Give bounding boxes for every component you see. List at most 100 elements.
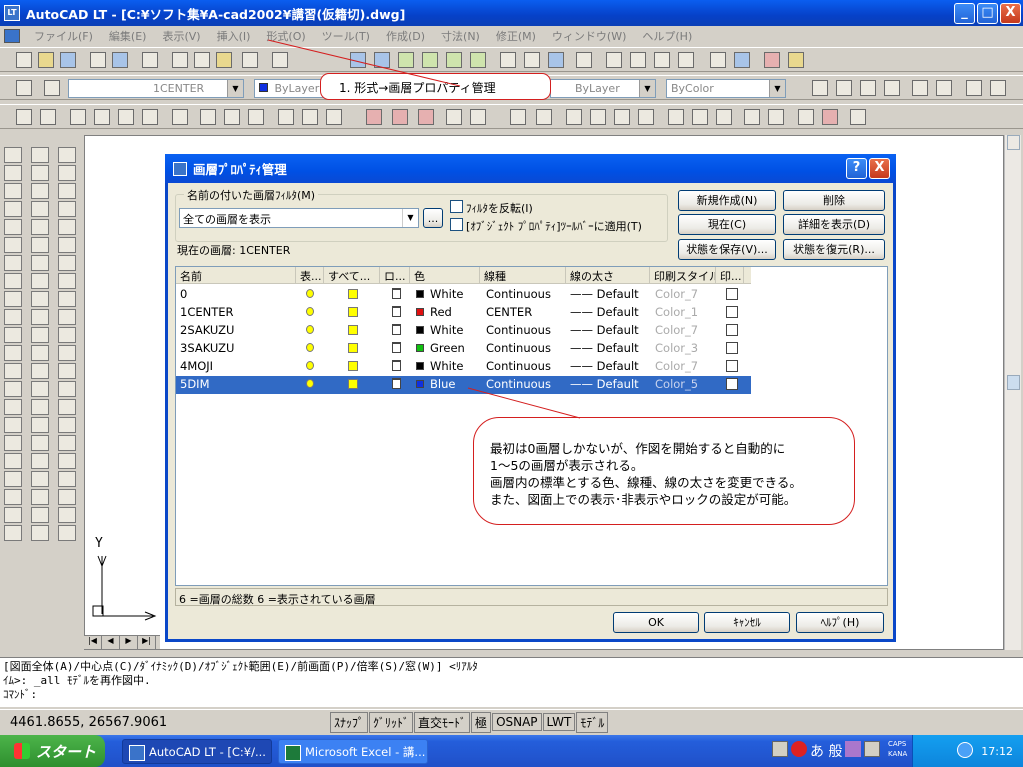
undo-icon[interactable] [272,52,288,68]
snap-perpendicular-icon[interactable] [744,109,760,125]
tool-arc-icon[interactable] [31,435,49,451]
sun-icon[interactable] [348,361,358,371]
ime-dict-icon[interactable] [845,741,862,757]
layout-prev-button[interactable]: ◀ [102,636,120,649]
tool-array-icon[interactable] [31,201,49,217]
printer-icon[interactable] [726,306,738,318]
osnap-toggle[interactable]: OSNAP [492,713,542,731]
snap-none-icon[interactable] [822,109,838,125]
layer-row[interactable]: 0 White Continuous —— Default Color_7 [176,286,751,304]
color-swatch[interactable] [416,362,424,370]
linetype-combo[interactable]: ByLayer ▼ [550,79,656,98]
layer-row[interactable]: 5DIM Blue Continuous —— Default Color_5 [176,376,751,394]
osnap-from-icon[interactable] [536,109,552,125]
tool-grid-icon[interactable] [4,399,22,415]
radius-dim-icon[interactable] [94,109,110,125]
tool-rect-icon[interactable] [31,417,49,433]
leader-icon[interactable] [248,109,264,125]
tool-text-icon[interactable] [4,525,22,541]
unlock-icon[interactable] [392,288,401,299]
filter-more-button[interactable]: ... [423,208,443,228]
dim-edit-icon[interactable] [326,109,342,125]
grid-toggle[interactable]: ｸﾞﾘｯﾄﾞ [369,711,414,733]
col-lock[interactable]: ロ... [380,267,410,284]
sun-icon[interactable] [348,307,358,317]
tool-extend-icon[interactable] [58,273,76,289]
printer-icon[interactable] [726,324,738,336]
layer-manager-icon[interactable] [16,80,32,96]
layer-linetype[interactable]: Continuous [486,341,551,355]
unlock-icon[interactable] [392,306,401,317]
snap-toggle[interactable]: ｽﾅｯﾌﾟ [330,711,369,733]
lightbulb-icon[interactable] [306,361,314,370]
tool-rotate-icon[interactable] [4,417,22,433]
web-icon-5[interactable] [470,52,486,68]
layout-next-button[interactable]: ▶ [120,636,138,649]
tool-brush-icon[interactable] [58,147,76,163]
unlock-icon[interactable] [392,342,401,353]
web-icon-2[interactable] [398,52,414,68]
tool-block-icon[interactable] [31,291,49,307]
zoom-icon-1[interactable] [812,80,828,96]
keyboard-icon[interactable] [772,741,788,757]
dim-style-icon[interactable] [366,109,382,125]
tool-triangle-icon[interactable] [31,381,49,397]
tool-zoom-icon[interactable] [4,435,22,451]
menu-window[interactable]: ウィンドウ(W) [544,28,634,44]
sun-icon[interactable] [348,289,358,299]
minimize-button[interactable]: _ [954,3,975,24]
zoom-out-icon[interactable] [936,80,952,96]
tool-explode-icon[interactable] [58,525,76,541]
diameter-dim-icon[interactable] [118,109,134,125]
col-plotstyle[interactable]: 印刷スタイル [650,267,716,284]
delete-layer-button[interactable]: 削除 [783,190,885,211]
col-plot[interactable]: 印... [716,267,744,284]
properties-icon[interactable] [350,52,366,68]
snap-nearest-icon[interactable] [798,109,814,125]
tool-move-icon[interactable] [58,201,76,217]
unlock-icon[interactable] [392,360,401,371]
xy-icon[interactable] [470,109,486,125]
dialog-help-button[interactable]: ? [846,158,867,179]
tool-region-icon[interactable] [31,309,49,325]
layer-lineweight[interactable]: —— Default [570,305,639,319]
tool-chamfer-icon[interactable] [58,309,76,325]
col-freeze[interactable]: すべて... [324,267,380,284]
ordinate-dim-icon[interactable] [70,109,86,125]
lightbulb-icon[interactable] [306,289,314,298]
addon-icon[interactable] [788,52,804,68]
col-on[interactable]: 表... [296,267,324,284]
web-icon-4[interactable] [446,52,462,68]
ucs-icon[interactable] [500,52,516,68]
layer-lineweight[interactable]: —— Default [570,377,639,391]
layer-row[interactable]: 2SAKUZU White Continuous —— Default Color_7 [176,322,751,340]
new-layer-button[interactable]: 新規作成(N) [678,190,776,211]
tool-insert-icon[interactable] [4,489,22,505]
tool-zoom-icon[interactable] [4,237,22,253]
tool-point-icon[interactable] [4,273,22,289]
tool-polyline-icon[interactable] [31,165,49,181]
cut-icon[interactable] [142,52,158,68]
tool-copy-icon[interactable] [31,255,49,271]
tool-stretch-icon[interactable] [4,453,22,469]
layer-linetype[interactable]: Continuous [486,323,551,337]
layer-filter-combo[interactable]: 全ての画層を表示 ▼ [179,208,419,228]
help-icon[interactable] [764,52,780,68]
menu-view[interactable]: 表示(V) [154,28,208,44]
new-icon[interactable] [16,52,32,68]
tool-trim-icon[interactable] [58,453,76,469]
printer-icon[interactable] [726,378,738,390]
zoom-all-icon[interactable] [966,80,982,96]
distance-icon[interactable] [524,52,540,68]
zoom-window-icon[interactable] [654,52,670,68]
snap-endpoint-icon[interactable] [566,109,582,125]
tool-refresh-icon[interactable] [58,219,76,235]
ime-icon[interactable] [791,741,807,757]
menu-format[interactable]: 形式(O) [258,28,313,44]
tool-block-icon[interactable] [31,489,49,505]
save-state-button[interactable]: 状態を保存(V)... [678,239,776,260]
tool-rotate-icon[interactable] [4,219,22,235]
layer-lineweight[interactable]: —— Default [570,323,639,337]
layer-linetype[interactable]: Continuous [486,359,551,373]
text-style-icon[interactable] [446,109,462,125]
